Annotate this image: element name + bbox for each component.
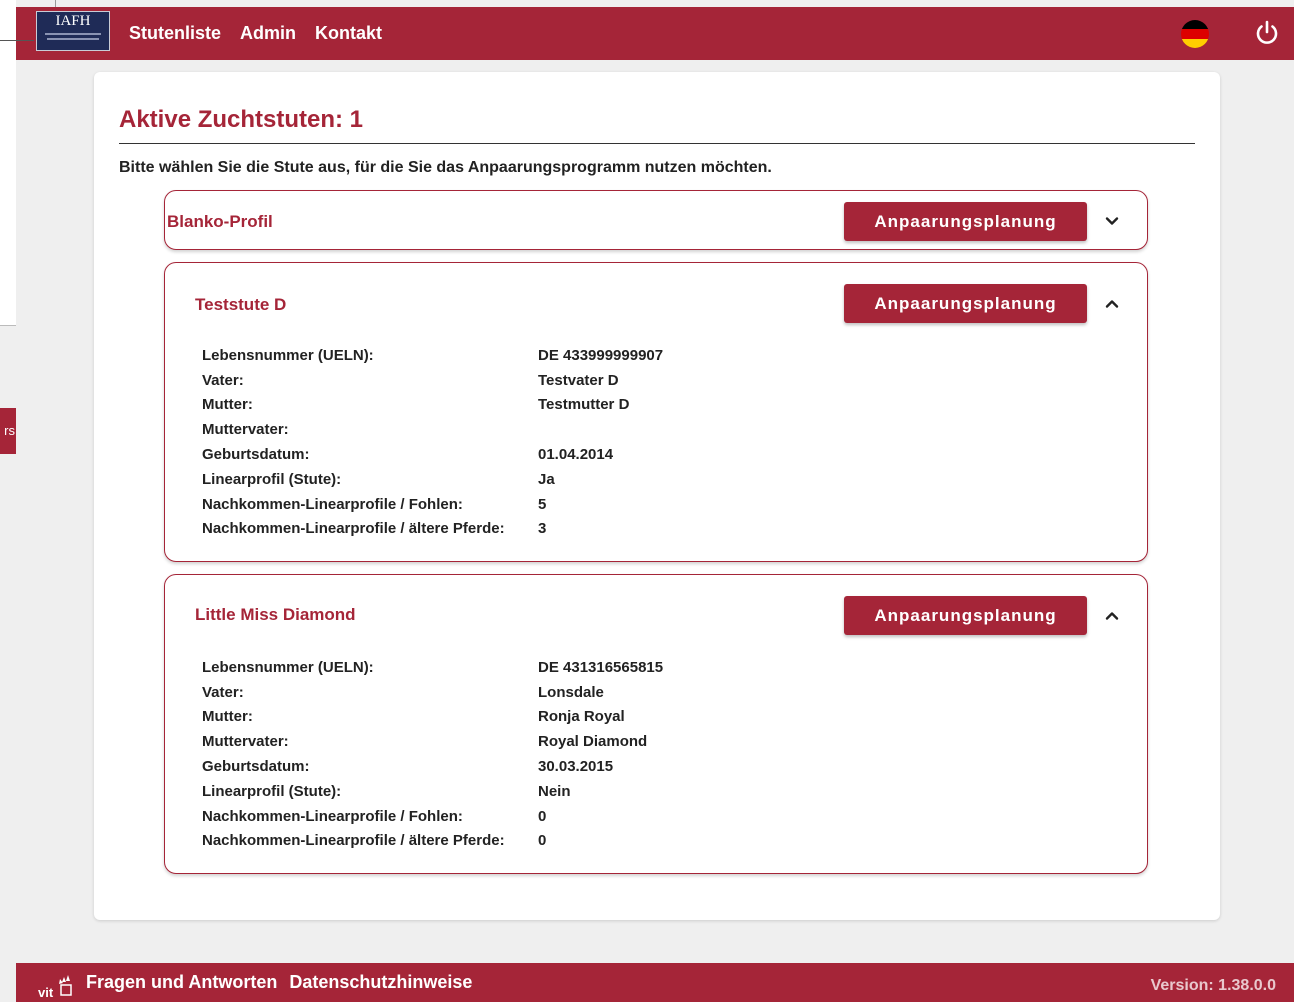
title-divider: [119, 143, 1195, 144]
detail-label: Mutter:: [202, 396, 253, 414]
detail-row: Geburtsdatum: 01.04.2014: [202, 442, 663, 467]
mare-name: Teststute D: [195, 295, 287, 314]
detail-row: Vater: Lonsdale: [202, 680, 663, 705]
mare-list-card: Aktive Zuchtstuten: 1 Bitte wählen Sie d…: [94, 72, 1220, 920]
mare-name: Blanko-Profil: [167, 212, 273, 231]
overlay-separator: [55, 0, 56, 7]
logo-text: IAFH: [55, 13, 91, 29]
detail-label: Lebensnummer (UELN):: [202, 658, 374, 676]
detail-value: Nein: [538, 782, 571, 800]
detail-label: Linearprofil (Stute):: [202, 470, 342, 488]
detail-label: Lebensnummer (UELN):: [202, 346, 374, 364]
mare-panel[interactable]: Teststute D Anpaarungsplanung Lebensnumm…: [164, 262, 1148, 562]
chevron-down-icon[interactable]: [1102, 211, 1122, 231]
side-tab[interactable]: rs: [0, 408, 16, 454]
faq-link[interactable]: Fragen und Antworten: [86, 972, 277, 993]
top-navbar: IAFH Stutenliste Admin Kontakt: [16, 7, 1294, 60]
detail-row: Muttervater:: [202, 417, 663, 442]
detail-label: Nachkommen-Linearprofile / Fohlen:: [202, 495, 463, 513]
detail-value: 01.04.2014: [538, 446, 614, 464]
vit-logo-icon[interactable]: vit: [36, 973, 76, 999]
detail-row: Mutter: Testmutter D: [202, 393, 663, 418]
detail-value: Royal Diamond: [538, 733, 648, 751]
detail-label: Mutter:: [202, 708, 253, 726]
detail-row: Vater: Testvater D: [202, 368, 663, 393]
detail-value: Ja: [538, 470, 555, 488]
detail-value: Ronja Royal: [538, 708, 625, 726]
anpaarungsplanung-button[interactable]: Anpaarungsplanung: [844, 596, 1087, 635]
detail-label: Muttervater:: [202, 421, 289, 439]
detail-value: 3: [538, 520, 547, 538]
chevron-up-icon[interactable]: [1102, 606, 1122, 626]
logo-subtitle-line: [47, 38, 99, 40]
side-overlay-panel: [0, 0, 16, 326]
main-nav: Stutenliste Admin Kontakt: [129, 7, 382, 60]
detail-row: Nachkommen-Linearprofile / ältere Pferde…: [202, 829, 663, 854]
logo-subtitle-line: [45, 33, 101, 35]
detail-value: DE 431316565815: [538, 658, 664, 676]
privacy-link[interactable]: Datenschutzhinweise: [289, 972, 472, 993]
detail-value: 5: [538, 495, 547, 513]
detail-row: Linearprofil (Stute): Nein: [202, 779, 663, 804]
detail-value: Testvater D: [538, 371, 619, 389]
flag-stripe-red: [1181, 29, 1209, 39]
mare-name: Little Miss Diamond: [195, 605, 356, 624]
detail-value: 30.03.2015: [538, 758, 614, 776]
detail-label: Nachkommen-Linearprofile / ältere Pferde…: [202, 520, 505, 538]
detail-row: Geburtsdatum: 30.03.2015: [202, 754, 663, 779]
intro-text: Bitte wählen Sie die Stute aus, für die …: [119, 159, 772, 176]
power-icon[interactable]: [1252, 18, 1282, 48]
mare-panel[interactable]: Blanko-Profil Anpaarungsplanung: [164, 190, 1148, 250]
detail-value: 0: [538, 832, 547, 850]
version-label: Version: 1.38.0.0: [1150, 977, 1276, 994]
nav-kontakt[interactable]: Kontakt: [315, 23, 382, 44]
iafh-logo[interactable]: IAFH: [36, 11, 110, 51]
detail-value: Lonsdale: [538, 683, 604, 701]
detail-value: [538, 417, 663, 442]
nav-admin[interactable]: Admin: [240, 23, 296, 44]
detail-label: Nachkommen-Linearprofile / ältere Pferde…: [202, 832, 505, 850]
mare-details: Lebensnummer (UELN): DE 431316565815 Vate…: [202, 655, 663, 853]
detail-value: DE 433999999907: [538, 346, 664, 364]
detail-label: Vater:: [202, 683, 244, 701]
page-title: Aktive Zuchtstuten: 1: [119, 106, 364, 133]
detail-row: Nachkommen-Linearprofile / Fohlen: 0: [202, 804, 663, 829]
detail-row: Nachkommen-Linearprofile / ältere Pferde…: [202, 517, 663, 542]
detail-row: Lebensnummer (UELN): DE 433999999907: [202, 343, 663, 368]
detail-value: Testmutter D: [538, 396, 630, 414]
anpaarungsplanung-button[interactable]: Anpaarungsplanung: [844, 284, 1087, 323]
footer-bar: vit Fragen und Antworten Datenschutzhinw…: [16, 963, 1294, 1002]
detail-row: Muttervater: Royal Diamond: [202, 729, 663, 754]
anpaarungsplanung-button[interactable]: Anpaarungsplanung: [844, 202, 1087, 241]
detail-label: Geburtsdatum:: [202, 446, 310, 464]
detail-row: Lebensnummer (UELN): DE 431316565815: [202, 655, 663, 680]
detail-label: Muttervater:: [202, 733, 289, 751]
overlay-divider: [0, 40, 34, 41]
detail-value: 0: [538, 807, 547, 825]
mare-panel[interactable]: Little Miss Diamond Anpaarungsplanung Le…: [164, 574, 1148, 874]
detail-label: Geburtsdatum:: [202, 758, 310, 776]
german-flag-icon[interactable]: [1181, 20, 1209, 48]
side-tab-label: rs: [4, 423, 15, 438]
detail-row: Linearprofil (Stute): Ja: [202, 467, 663, 492]
vit-logo-text: vit: [38, 985, 54, 999]
detail-row: Mutter: Ronja Royal: [202, 705, 663, 730]
footer-links: Fragen und Antworten Datenschutzhinweise: [86, 963, 472, 1002]
flag-stripe-gold: [1181, 38, 1209, 48]
flag-stripe-black: [1181, 20, 1209, 30]
chevron-up-icon[interactable]: [1102, 294, 1122, 314]
nav-stutenliste[interactable]: Stutenliste: [129, 23, 221, 44]
detail-row: Nachkommen-Linearprofile / Fohlen: 5: [202, 492, 663, 517]
mare-details: Lebensnummer (UELN): DE 433999999907 Vate…: [202, 343, 663, 541]
detail-label: Vater:: [202, 371, 244, 389]
detail-label: Linearprofil (Stute):: [202, 782, 342, 800]
detail-label: Nachkommen-Linearprofile / Fohlen:: [202, 807, 463, 825]
